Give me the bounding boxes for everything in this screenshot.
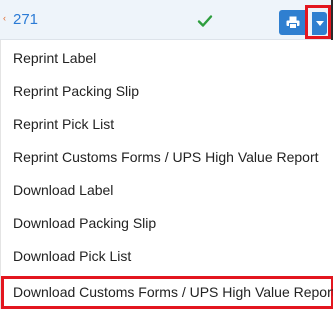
dropdown-toggle-button[interactable] [312,12,327,35]
dropdown-toggle-highlight [305,5,331,39]
menu-item-download-pick-list[interactable]: Download Pick List [1,240,333,273]
menu-item-reprint-pick-list[interactable]: Reprint Pick List [1,108,333,141]
menu-item-download-label[interactable]: Download Label [1,174,333,207]
printer-icon [286,16,299,29]
menu-item-download-packing-slip[interactable]: Download Packing Slip [1,207,333,240]
dropdown-menu: Reprint Label Reprint Packing Slip Repri… [0,40,333,309]
menu-item-download-customs-forms[interactable]: Download Customs Forms / UPS High Value … [1,276,333,309]
menu-item-reprint-customs-forms[interactable]: Reprint Customs Forms / UPS High Value R… [1,141,333,174]
order-row[interactable]: ‹ 271 [0,0,333,40]
menu-item-reprint-packing-slip[interactable]: Reprint Packing Slip [1,75,333,108]
check-icon [197,15,213,27]
row-caret-icon: ‹ [3,13,6,23]
print-button[interactable] [279,10,306,35]
menu-item-reprint-label[interactable]: Reprint Label [1,42,333,75]
caret-down-icon [315,21,324,26]
page: ‹ 271 Reprint Label Reprint Packing Slip… [0,0,333,309]
order-number-link[interactable]: 271 [13,12,38,27]
